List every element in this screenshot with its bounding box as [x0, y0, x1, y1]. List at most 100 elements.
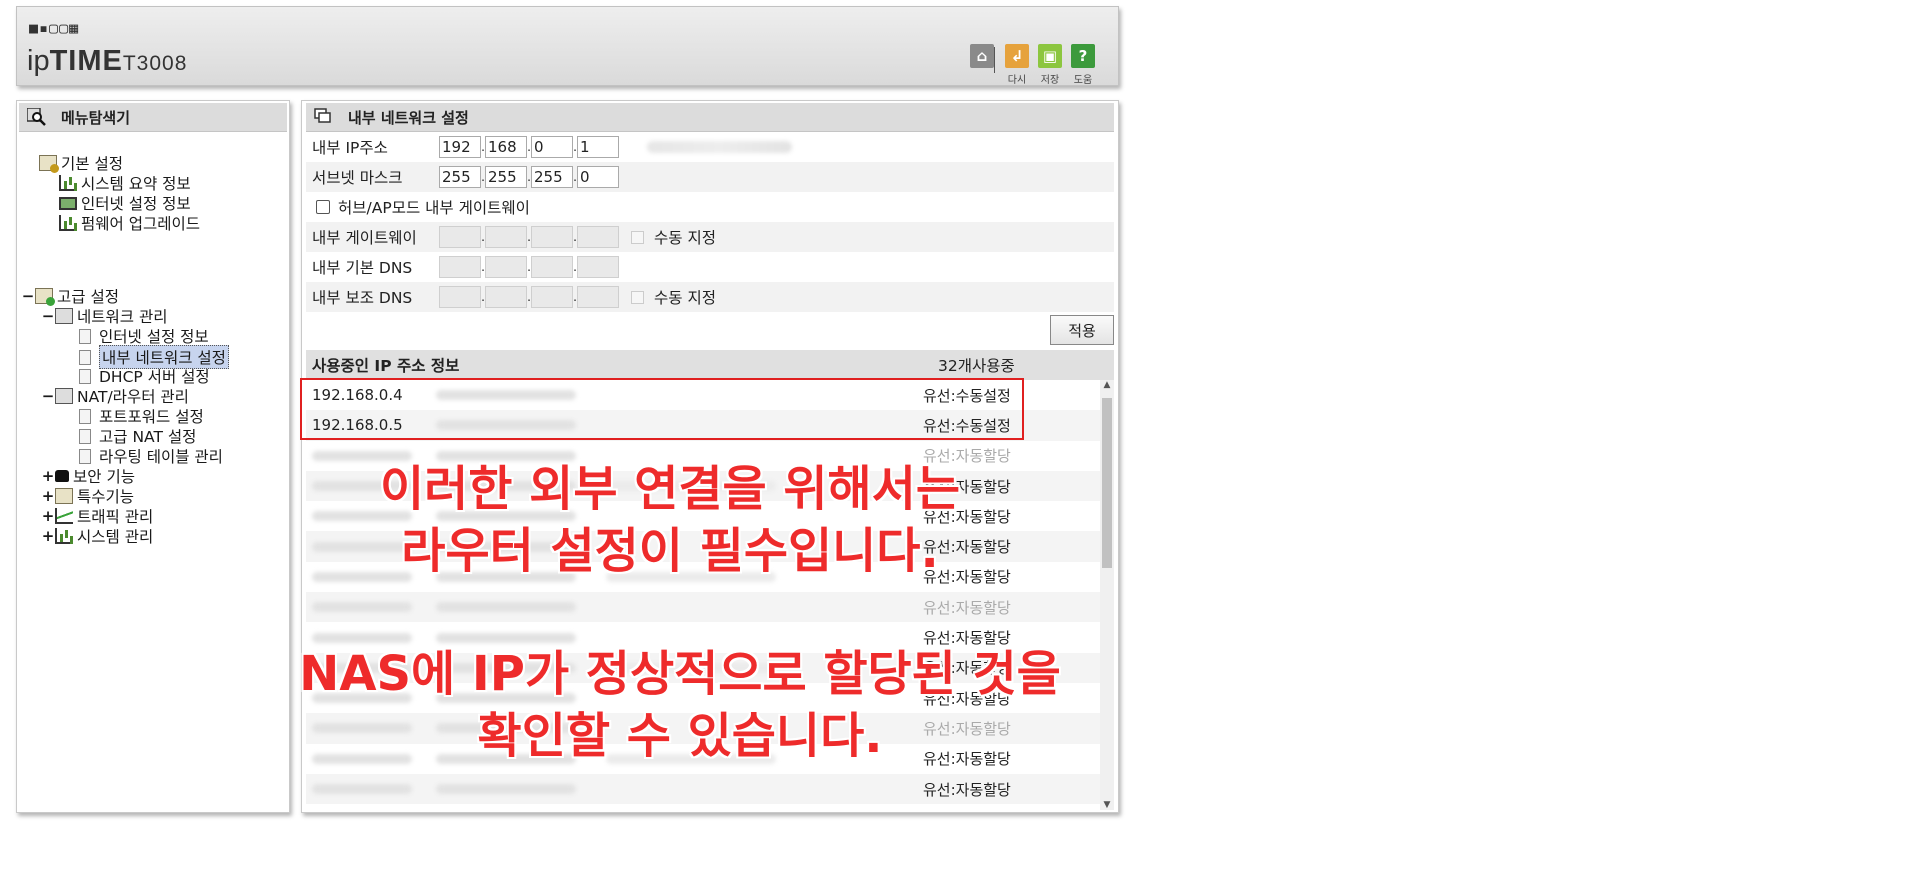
back-label: 다시	[1007, 75, 1027, 86]
tree-internet-info[interactable]: 인터넷 설정 정보	[59, 192, 191, 214]
collapse-toggle[interactable]: −	[41, 387, 55, 405]
hub-mode-checkbox[interactable]	[316, 200, 330, 214]
blurred-mac	[647, 141, 792, 153]
expand-toggle[interactable]: +	[41, 487, 55, 505]
help-label: 도움	[1073, 75, 1093, 86]
dns-manual-checkbox[interactable]	[631, 290, 644, 304]
header-bar: ■▪▢▢▦ ipTIMET3008 ⌂ ↲ 다시 ▣ 저장 ? 도움	[16, 6, 1119, 86]
chart-icon	[59, 175, 77, 191]
dns2-octet-4[interactable]	[577, 286, 619, 308]
home-icon: ⌂	[970, 44, 994, 68]
back-button[interactable]: ↲ 다시	[1002, 44, 1032, 86]
dns1-octet-4[interactable]	[577, 256, 619, 278]
menu-explorer-panel: 메뉴탐색기 기본 설정 시스템 요약 정보 인터넷 설정 정보 펌웨어 업그레이…	[16, 100, 290, 813]
dns2-octet-2[interactable]	[485, 286, 527, 308]
tree-firmware-upgrade[interactable]: 펌웨어 업그레이드	[59, 212, 200, 234]
collapse-toggle[interactable]: −	[41, 307, 55, 325]
expand-toggle[interactable]: +	[41, 467, 55, 485]
dns-manual-label: 수동 지정	[654, 289, 716, 307]
ip-octet-3[interactable]: 0	[531, 136, 573, 158]
gateway-octet-3[interactable]	[531, 226, 573, 248]
save-label: 저장	[1040, 75, 1060, 86]
tree-advanced-nat-settings[interactable]: 고급 NAT 설정	[79, 425, 196, 447]
blurred-mac	[436, 633, 606, 643]
chart-icon	[55, 528, 73, 544]
tree-routing-table[interactable]: 라우팅 테이블 관리	[79, 445, 223, 467]
back-icon: ↲	[1005, 44, 1029, 68]
tree-basic-settings[interactable]: 기본 설정	[39, 152, 123, 174]
tree-traffic-management[interactable]: + 트래픽 관리	[41, 505, 154, 527]
panel-title: 내부 네트워크 설정	[348, 108, 469, 127]
menu-tree: 기본 설정 시스템 요약 정보 인터넷 설정 정보 펌웨어 업그레이드 − 고급…	[17, 101, 289, 812]
collapse-toggle[interactable]: −	[21, 287, 35, 305]
gear-icon	[55, 488, 73, 504]
subnet-octet-3[interactable]: 255	[531, 166, 573, 188]
tree-internet-settings[interactable]: 인터넷 설정 정보	[79, 325, 209, 347]
gateway-octet-2[interactable]	[485, 226, 527, 248]
gateway-manual-label: 수동 지정	[654, 229, 716, 247]
tree-dhcp-server-settings[interactable]: DHCP 서버 설정	[79, 365, 210, 387]
page-icon	[79, 448, 91, 464]
dns1-octet-1[interactable]	[439, 256, 481, 278]
home-button[interactable]: ⌂	[967, 44, 997, 68]
gateway-row: 내부 게이트웨이 . . . 수동 지정	[306, 222, 1114, 252]
traffic-icon	[55, 508, 73, 524]
tree-system-management[interactable]: + 시스템 관리	[41, 525, 154, 547]
page-icon	[79, 349, 91, 365]
save-button[interactable]: ▣ 저장	[1035, 44, 1065, 86]
expand-toggle[interactable]: +	[41, 507, 55, 525]
ip-octet-1[interactable]: 192	[439, 136, 481, 158]
tree-nat-router-management[interactable]: − NAT/라우터 관리	[41, 385, 189, 407]
save-icon: ▣	[1038, 44, 1062, 68]
tree-advanced-settings[interactable]: − 고급 설정	[21, 285, 119, 307]
gateway-label: 내부 게이트웨이	[312, 229, 417, 247]
model-name: T3008	[122, 52, 188, 75]
blurred-mac	[436, 602, 606, 612]
dns2-octet-3[interactable]	[531, 286, 573, 308]
subnet-row: 서브넷 마스크 255. 255. 255. 0	[306, 162, 1114, 192]
caption-line-1: 이러한 외부 연결을 위해서는	[379, 461, 961, 517]
page-icon	[79, 408, 91, 424]
brand-logo: ipTIMET3008	[27, 45, 187, 78]
expand-toggle[interactable]: +	[41, 527, 55, 545]
tree-security[interactable]: + 보안 기능	[41, 465, 135, 487]
caption-line-4: 확인할 수 있습니다.	[477, 708, 883, 764]
page-icon	[79, 368, 91, 384]
scroll-thumb[interactable]	[1102, 398, 1112, 568]
connection-type: 유선:자동할당	[923, 780, 1011, 799]
scroll-down-icon[interactable]: ▼	[1100, 800, 1114, 810]
ip-octet-2[interactable]: 168	[485, 136, 527, 158]
ip-address	[306, 784, 436, 794]
subnet-octet-4[interactable]: 0	[577, 166, 619, 188]
gateway-octet-4[interactable]	[577, 226, 619, 248]
brand-dots-logo: ■▪▢▢▦	[29, 19, 80, 37]
header-divider	[994, 47, 995, 73]
dns2-row: 내부 보조 DNS . . . 수동 지정	[306, 282, 1114, 312]
tree-system-summary[interactable]: 시스템 요약 정보	[59, 172, 191, 194]
dns1-octet-2[interactable]	[485, 256, 527, 278]
subnet-octet-2[interactable]: 255	[485, 166, 527, 188]
hub-mode-row: 허브/AP모드 내부 게이트웨이	[306, 192, 1114, 222]
internal-ip-row: 내부 IP주소 192. 168. 0. 1	[306, 132, 1114, 162]
apply-button[interactable]: 적용	[1050, 315, 1114, 345]
tree-special-features[interactable]: + 특수기능	[41, 485, 134, 507]
dns2-octet-1[interactable]	[439, 286, 481, 308]
blurred-mac	[436, 784, 606, 794]
dns1-octet-3[interactable]	[531, 256, 573, 278]
window-icon	[314, 108, 334, 126]
subnet-octet-1[interactable]: 255	[439, 166, 481, 188]
monitor-icon	[59, 196, 77, 210]
connection-type: 유선:수동설정	[923, 386, 1011, 405]
scroll-up-icon[interactable]: ▲	[1100, 380, 1114, 390]
caption-external-connection: 이러한 외부 연결을 위해서는 라우터 설정이 필수입니다.	[260, 458, 1080, 582]
help-button[interactable]: ? 도움	[1068, 44, 1098, 86]
connection-type: 유선:자동할당	[923, 598, 1011, 617]
tree-port-forward-settings[interactable]: 포트포워드 설정	[79, 405, 204, 427]
ip-octet-4[interactable]: 1	[577, 136, 619, 158]
gateway-manual-checkbox[interactable]	[631, 230, 644, 244]
ip-row: 192.168.0.4 유선:수동설정	[306, 380, 1100, 410]
gateway-octet-1[interactable]	[439, 226, 481, 248]
tree-network-management[interactable]: − 네트워크 관리	[41, 305, 168, 327]
caption-line-2: 라우터 설정이 필수입니다.	[401, 523, 939, 579]
folder-icon	[39, 155, 59, 173]
